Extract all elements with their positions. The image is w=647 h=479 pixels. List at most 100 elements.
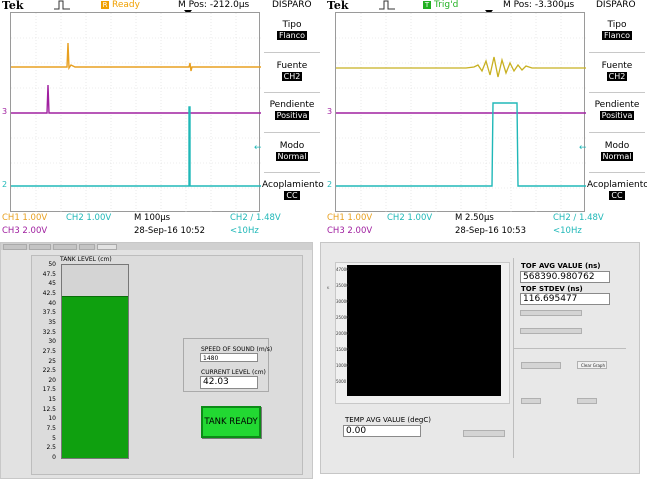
state-icon: R: [101, 1, 109, 9]
ch2-ground-marker: 2: [2, 180, 8, 189]
menu-tipo[interactable]: Tipo Flanco: [262, 20, 322, 41]
graph-y-tick: 20000: [336, 331, 349, 336]
graph-y-tick: 47000: [336, 267, 349, 272]
tank-gauge: [61, 264, 129, 459]
setting-box-2[interactable]: [520, 328, 582, 334]
tof-stdev-field: 116.695477: [520, 293, 610, 305]
setting-box-4[interactable]: [521, 398, 541, 404]
tank-scale-tick: 30: [48, 338, 56, 346]
panel-divider-h: [514, 348, 626, 349]
trigger-level-arrow-icon: ←: [579, 143, 587, 153]
menu-pendiente[interactable]: Pendiente Positiva: [587, 100, 647, 121]
tab-2[interactable]: [29, 244, 51, 250]
tab-4[interactable]: [79, 244, 95, 250]
menu-value: Flanco: [276, 31, 308, 40]
acquisition-state: Ready: [112, 0, 140, 10]
setting-box-1[interactable]: [520, 310, 582, 316]
tank-scale-tick: 5: [52, 434, 56, 442]
tank-scale-tick: 27.5: [42, 347, 56, 355]
scope-status-bar: Tek R Ready M Pos: -212.0µs DISPARO: [0, 0, 322, 12]
tab-3[interactable]: [53, 244, 77, 250]
trigger-edge-icon: [54, 0, 70, 10]
tank-fill-level: [62, 295, 128, 458]
tof-stdev-label: TOF STDEV (ns): [521, 285, 583, 293]
setting-box-3[interactable]: [521, 362, 561, 369]
scope-readout-bar: CH1 1.00V CH2 1.00V M 2.50µs CH2 ∕ 1.48V…: [325, 212, 647, 240]
current-level-label: CURRENT LEVEL (cm): [201, 369, 266, 376]
menu-tipo[interactable]: Tipo Flanco: [587, 20, 647, 41]
tank-scale-tick: 37.5: [42, 309, 56, 317]
tab-strip: [1, 243, 312, 250]
graph-y-tick: 30000: [336, 299, 349, 304]
menu-modo[interactable]: Modo Normal: [262, 141, 322, 162]
tank-scale-tick: 40: [48, 299, 56, 307]
menu-acoplamiento[interactable]: Acoplamiento CC: [587, 180, 647, 201]
tank-scale-tick: 0: [52, 454, 56, 461]
tank-scale-tick: 32.5: [42, 328, 56, 336]
menu-label: Tipo: [282, 20, 302, 30]
acquisition-state: Trig'd: [434, 0, 459, 10]
tank-scale-tick: 7.5: [46, 425, 56, 433]
menu-label: Modo: [604, 141, 630, 151]
horizontal-position: M Pos: -3.300µs: [503, 0, 575, 10]
clear-graph-button[interactable]: Clear Graph: [577, 361, 607, 369]
trigger-readout: CH2 ∕ 1.48V: [553, 213, 604, 223]
ch1-trace: [11, 42, 261, 72]
setting-box-6[interactable]: [463, 430, 505, 437]
setting-box-5[interactable]: [577, 398, 597, 404]
trigger-readout: CH2 ∕ 1.48V: [230, 213, 281, 223]
panel-divider: [513, 258, 514, 458]
trigger-level-arrow-icon: ←: [254, 143, 262, 153]
tank-scale-tick: 45: [48, 280, 56, 288]
tank-scale-tick: 50: [48, 261, 56, 268]
tank-ready-button[interactable]: TANK READY: [201, 406, 261, 438]
menu-fuente[interactable]: Fuente CH2: [262, 61, 322, 82]
menu-pendiente[interactable]: Pendiente Positiva: [262, 100, 322, 121]
tank-scale-tick: 15: [48, 396, 56, 404]
tank-scale-tick: 12.5: [42, 405, 56, 413]
tank-scale-tick: 10: [48, 415, 56, 423]
speed-of-sound-label: SPEED OF SOUND (m/s): [201, 346, 273, 353]
scope-screen-right: Tek T Trig'd M Pos: -3.300µs DISPARO 3 2…: [325, 0, 647, 240]
menu-label: Pendiente: [269, 100, 315, 110]
trigger-menu[interactable]: Tipo Flanco Fuente CH2 Pendiente Positiva M…: [587, 12, 647, 212]
menu-value: CC: [609, 191, 625, 200]
ch3-scale: CH3 2.00V: [2, 226, 48, 236]
tab-5[interactable]: [97, 244, 117, 250]
menu-value: CH2: [281, 72, 303, 81]
menu-label: Tipo: [607, 20, 627, 30]
ch3-trace: [11, 84, 261, 114]
horizontal-position: M Pos: -212.0µs: [178, 0, 250, 10]
menu-acoplamiento[interactable]: Acoplamiento CC: [262, 180, 324, 201]
temp-avg-label: TEMP AVG VALUE (degC): [345, 416, 431, 424]
menu-title: DISPARO: [596, 0, 636, 10]
menu-label: Fuente: [601, 61, 633, 71]
menu-fuente[interactable]: Fuente CH2: [587, 61, 647, 82]
menu-label: Pendiente: [594, 100, 640, 110]
waveform-grid: [335, 12, 586, 213]
ch3-ground-marker: 3: [2, 107, 8, 116]
ch1-scale: CH1 1.00V: [2, 213, 48, 223]
tof-avg-label: TOF AVG VALUE (ns): [521, 262, 601, 270]
waveform-grid: [10, 12, 261, 213]
tank-scale-tick: 42.5: [42, 289, 56, 297]
graph-y-tick: 15000: [336, 347, 349, 352]
ch2-scale: CH2 1.00V: [66, 213, 112, 223]
scope-screen-left: Tek R Ready M Pos: -212.0µs DISPARO 3 2 …: [0, 0, 324, 240]
tab-1[interactable]: [3, 244, 27, 250]
graph-y-tick: 10000: [336, 363, 349, 368]
trigger-edge-icon: [379, 0, 395, 10]
menu-label: Acoplamiento: [262, 180, 324, 190]
menu-value: CC: [284, 191, 300, 200]
brand-label: Tek: [2, 0, 24, 12]
speed-of-sound-input[interactable]: 1480: [200, 353, 258, 362]
menu-value: Positiva: [274, 111, 310, 120]
menu-modo[interactable]: Modo Normal: [587, 141, 647, 162]
graph-y-tick: 35000: [336, 283, 349, 288]
trigger-menu[interactable]: Tipo Flanco Fuente CH2 Pendiente Positiva M…: [262, 12, 324, 212]
menu-value: Normal: [600, 152, 634, 161]
ch2-ground-marker: 2: [327, 180, 333, 189]
trigger-frequency: <10Hz: [553, 226, 582, 236]
temp-avg-field: 0.00: [343, 425, 421, 437]
clear-graph-label: Clear Graph: [581, 363, 606, 368]
